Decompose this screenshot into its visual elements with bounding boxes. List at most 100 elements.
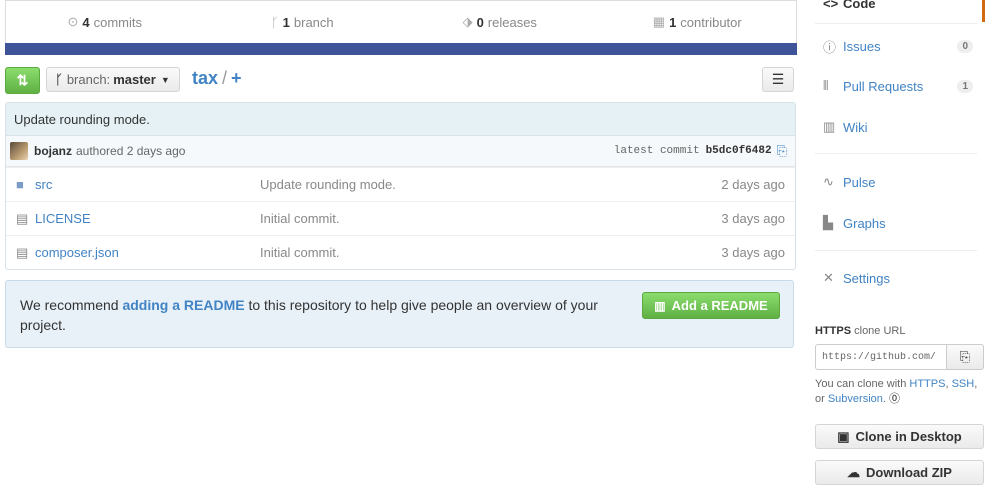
tools-icon: ✕ — [823, 270, 834, 285]
clone-in-desktop-label: Clone in Desktop — [855, 429, 962, 444]
branches-count: 1 — [282, 14, 290, 30]
add-file-link[interactable]: + — [231, 68, 242, 88]
sidebar-item-label: Settings — [843, 270, 890, 286]
sidebar-item-code[interactable]: <> Code — [823, 0, 975, 11]
branch-select-button[interactable]: ᚴ branch: master ▼ — [46, 67, 180, 92]
toggle-file-list-button[interactable]: ☰ — [762, 67, 794, 92]
divider — [815, 250, 977, 251]
sidebar-item-wiki[interactable]: ▥ Wiki — [823, 119, 975, 135]
latest-commit: latest commit b5dc0f6482 ⎘ — [614, 144, 787, 159]
commits-stat[interactable]: ⊙ 4 commits — [6, 1, 204, 43]
contributors-stat[interactable]: ▦ 1 contributor — [599, 1, 797, 43]
file-icon: ▤ — [16, 210, 29, 226]
issue-icon: ⓘ — [823, 40, 837, 55]
branches-stat[interactable]: ᚴ 1 branch — [204, 1, 402, 43]
sidebar-item-pulse[interactable]: ∿ Pulse — [823, 174, 975, 190]
commits-count: 4 — [82, 14, 90, 30]
commit-author[interactable]: bojanz — [34, 144, 72, 158]
add-readme-button[interactable]: ▥ Add a README — [642, 292, 780, 319]
commit-meta: bojanz authored 2 days ago latest commit… — [6, 136, 795, 167]
readme-text-before: We recommend — [20, 297, 123, 313]
book-icon: ▥ — [823, 119, 836, 134]
file-name-link[interactable]: composer.json — [35, 245, 119, 260]
avatar[interactable] — [10, 142, 28, 160]
compare-button[interactable]: ⇅ — [5, 67, 40, 94]
sidebar-item-settings[interactable]: ✕ Settings — [823, 270, 975, 286]
clone-url-label-text: clone URL — [854, 325, 906, 337]
help-icon[interactable]: ⓪ — [889, 393, 900, 405]
commit-title[interactable]: Update rounding mode. — [6, 103, 795, 136]
file-commit-message[interactable]: Initial commit. — [260, 211, 339, 226]
clone-help-or: or — [815, 393, 825, 405]
clone-help-text: You can clone with HTTPS, SSH, or Subver… — [815, 378, 978, 405]
add-readme-label: Add a README — [671, 298, 768, 313]
breadcrumb: tax / + — [192, 68, 242, 89]
pull-request-icon: ⫴ — [823, 78, 829, 93]
releases-stat[interactable]: ⬗ 0 releases — [401, 1, 599, 43]
language-bar[interactable] — [5, 43, 797, 55]
issues-count-badge: 0 — [957, 40, 973, 53]
branches-label: branch — [293, 14, 334, 30]
sidebar-item-issues[interactable]: ⓘ Issues 0 — [823, 37, 975, 56]
commit-sha[interactable]: b5dc0f6482 — [706, 145, 772, 157]
pulse-icon: ∿ — [823, 174, 834, 189]
sidebar-item-label: Graphs — [843, 215, 886, 231]
commit-authored-text: authored 2 days ago — [76, 144, 186, 158]
file-name-link[interactable]: src — [35, 177, 52, 192]
releases-label: releases — [487, 14, 537, 30]
compare-icon: ⇅ — [16, 72, 29, 88]
clone-help-prefix: You can clone with — [815, 378, 910, 390]
table-row: ▤ LICENSE Initial commit. 3 days ago — [6, 201, 795, 235]
clone-protocol[interactable]: HTTPS — [815, 325, 851, 337]
cloud-download-icon: ☁ — [847, 464, 861, 480]
list-icon: ☰ — [771, 71, 785, 87]
code-icon: <> — [823, 0, 839, 11]
branch-prefix: branch: — [66, 72, 111, 87]
branch-icon: ᚴ — [55, 72, 63, 87]
clone-url-label: HTTPS clone URL — [815, 325, 905, 337]
file-table: Update rounding mode. bojanz authored 2 … — [5, 102, 796, 270]
clone-subversion-link[interactable]: Subversion — [828, 393, 883, 405]
file-commit-message[interactable]: Update rounding mode. — [260, 177, 396, 192]
clone-ssh-link[interactable]: SSH — [952, 378, 975, 390]
clipboard-icon: ⎘ — [959, 349, 971, 364]
sidebar-item-graphs[interactable]: ▙ Graphs — [823, 215, 975, 231]
clone-url-input[interactable] — [815, 344, 947, 370]
contributors-label: contributor — [680, 14, 742, 30]
divider — [815, 153, 977, 154]
sidebar-item-label: Wiki — [843, 119, 868, 135]
file-name-link[interactable]: LICENSE — [35, 211, 91, 226]
download-zip-button[interactable]: ☁ Download ZIP — [815, 460, 984, 485]
tag-icon: ⬗ — [462, 14, 473, 29]
sidebar-item-label: Issues — [843, 39, 881, 54]
clipboard-icon[interactable]: ⎘ — [777, 144, 787, 159]
sidebar-item-label: Pull Requests — [843, 78, 924, 94]
divider — [815, 23, 977, 24]
readme-prompt: We recommend adding a README to this rep… — [5, 280, 794, 348]
organization-icon: ▦ — [652, 14, 666, 29]
clone-https-link[interactable]: HTTPS — [909, 378, 945, 390]
table-row: ■ src Update rounding mode. 2 days ago — [6, 167, 795, 201]
file-age: 2 days ago — [721, 177, 785, 192]
pull-requests-count-badge: 1 — [957, 79, 973, 93]
table-row: ▤ composer.json Initial commit. 3 days a… — [6, 235, 795, 269]
desktop-icon: ▣ — [837, 428, 850, 444]
releases-count: 0 — [476, 14, 484, 30]
add-readme-link[interactable]: adding a README — [122, 297, 244, 313]
clone-in-desktop-button[interactable]: ▣ Clone in Desktop — [815, 424, 984, 449]
sidebar-item-label: Code — [843, 0, 876, 11]
file-age: 3 days ago — [721, 211, 785, 226]
file-commit-message[interactable]: Initial commit. — [260, 245, 339, 260]
file-age: 3 days ago — [721, 245, 785, 260]
commits-label: commits — [93, 14, 143, 30]
sidebar-item-pull-requests[interactable]: ⫴ Pull Requests 1 — [823, 78, 975, 94]
history-icon: ⊙ — [67, 14, 79, 29]
download-zip-label: Download ZIP — [866, 465, 952, 480]
repo-name-link[interactable]: tax — [192, 68, 218, 88]
breadcrumb-separator: / — [222, 68, 228, 88]
graph-icon: ▙ — [823, 215, 833, 230]
caret-down-icon: ▼ — [160, 74, 170, 85]
file-icon: ▤ — [16, 244, 29, 260]
copy-clone-url-button[interactable]: ⎘ — [947, 344, 984, 370]
branch-name: master — [113, 72, 156, 87]
